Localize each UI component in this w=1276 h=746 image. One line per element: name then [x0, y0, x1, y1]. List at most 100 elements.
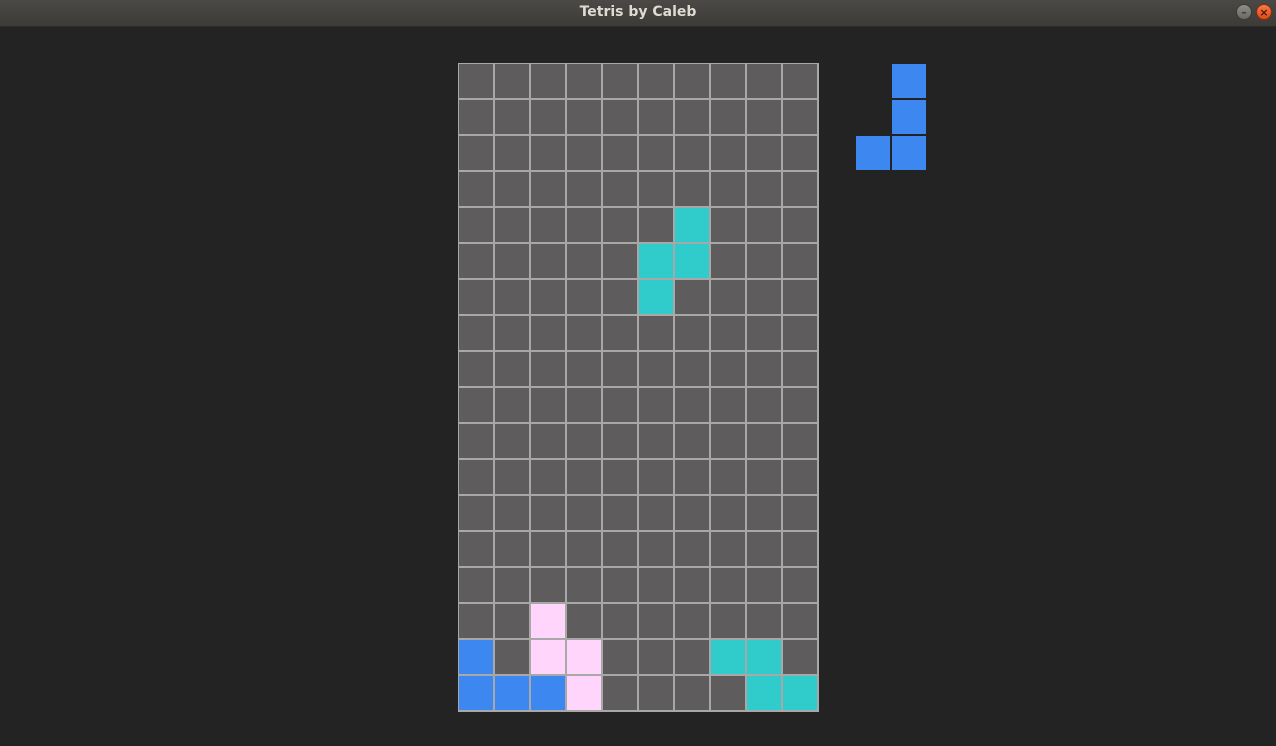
empty-cell — [495, 532, 529, 566]
empty-cell — [711, 460, 745, 494]
empty-cell — [711, 496, 745, 530]
close-button[interactable]: × — [1256, 4, 1272, 20]
empty-cell — [567, 244, 601, 278]
empty-cell — [603, 676, 637, 710]
empty-cell — [495, 460, 529, 494]
next-piece-preview — [855, 63, 927, 171]
empty-cell — [747, 604, 781, 638]
empty-cell — [675, 460, 709, 494]
empty-cell — [603, 640, 637, 674]
empty-cell — [747, 460, 781, 494]
empty-cell — [639, 532, 673, 566]
empty-cell — [495, 388, 529, 422]
empty-cell — [747, 352, 781, 386]
empty-cell — [459, 136, 493, 170]
empty-cell — [567, 172, 601, 206]
empty-cell — [567, 352, 601, 386]
empty-cell — [747, 316, 781, 350]
empty-cell — [783, 496, 817, 530]
block-cell — [639, 280, 673, 314]
empty-cell — [675, 640, 709, 674]
empty-cell — [783, 280, 817, 314]
block-cell — [675, 244, 709, 278]
empty-cell — [747, 172, 781, 206]
empty-cell — [711, 172, 745, 206]
empty-cell — [603, 64, 637, 98]
empty-cell — [603, 136, 637, 170]
block-cell — [531, 604, 565, 638]
empty-cell — [567, 388, 601, 422]
block-cell — [567, 676, 601, 710]
empty-cell — [495, 172, 529, 206]
empty-cell — [603, 460, 637, 494]
empty-cell — [639, 568, 673, 602]
minimize-button[interactable]: – — [1236, 4, 1252, 20]
empty-cell — [675, 424, 709, 458]
empty-cell — [495, 244, 529, 278]
minimize-icon: – — [1241, 6, 1247, 19]
empty-cell — [603, 352, 637, 386]
empty-cell — [531, 208, 565, 242]
empty-cell — [495, 424, 529, 458]
empty-cell — [567, 208, 601, 242]
next-piece-block — [856, 136, 890, 170]
empty-cell — [531, 424, 565, 458]
window-titlebar[interactable]: Tetris by Caleb – × — [0, 0, 1276, 27]
empty-cell — [783, 172, 817, 206]
empty-cell — [459, 352, 493, 386]
empty-cell — [675, 100, 709, 134]
empty-cell — [783, 136, 817, 170]
block-cell — [567, 640, 601, 674]
empty-cell — [531, 136, 565, 170]
empty-cell — [711, 64, 745, 98]
empty-cell — [531, 244, 565, 278]
empty-cell — [603, 172, 637, 206]
empty-cell — [711, 568, 745, 602]
empty-cell — [747, 64, 781, 98]
empty-cell — [459, 388, 493, 422]
empty-cell — [495, 496, 529, 530]
empty-cell — [711, 100, 745, 134]
empty-cell — [783, 640, 817, 674]
block-cell — [459, 676, 493, 710]
empty-cell — [531, 280, 565, 314]
empty-cell — [747, 496, 781, 530]
empty-cell — [675, 676, 709, 710]
empty-cell — [783, 388, 817, 422]
empty-cell — [783, 424, 817, 458]
empty-cell — [603, 388, 637, 422]
empty-cell — [603, 316, 637, 350]
empty-cell — [531, 316, 565, 350]
empty-cell — [639, 316, 673, 350]
empty-cell — [459, 496, 493, 530]
empty-cell — [639, 64, 673, 98]
empty-cell — [567, 604, 601, 638]
empty-cell — [639, 676, 673, 710]
empty-cell — [567, 280, 601, 314]
empty-cell — [495, 604, 529, 638]
empty-cell — [747, 424, 781, 458]
empty-cell — [783, 64, 817, 98]
empty-cell — [639, 352, 673, 386]
empty-cell — [675, 64, 709, 98]
empty-cell — [603, 244, 637, 278]
empty-cell — [495, 352, 529, 386]
empty-cell — [459, 100, 493, 134]
empty-cell — [495, 640, 529, 674]
empty-cell — [711, 676, 745, 710]
empty-cell — [531, 388, 565, 422]
empty-cell — [675, 568, 709, 602]
empty-cell — [711, 532, 745, 566]
empty-cell — [675, 172, 709, 206]
empty-cell — [495, 316, 529, 350]
empty-cell — [639, 604, 673, 638]
empty-cell — [675, 316, 709, 350]
empty-cell — [495, 100, 529, 134]
empty-cell — [531, 532, 565, 566]
next-piece-block — [892, 100, 926, 134]
empty-cell — [747, 532, 781, 566]
empty-cell — [675, 388, 709, 422]
empty-cell — [783, 208, 817, 242]
empty-cell — [459, 316, 493, 350]
empty-cell — [783, 316, 817, 350]
